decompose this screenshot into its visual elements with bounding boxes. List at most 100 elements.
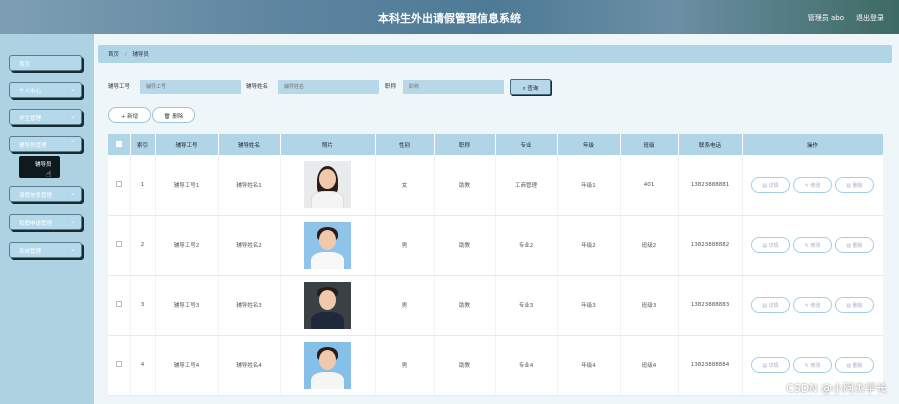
cell-phone: 13823888881 (678, 155, 743, 216)
cell-name: 辅导姓名1 (218, 155, 281, 216)
counselor-photo (304, 341, 351, 389)
cell-id: 辅导工号1 (155, 155, 219, 216)
table-row: 3 辅导工号3 辅导姓名3 男 助教 专业3 年级3 班级3 138238888… (108, 275, 883, 336)
trash-icon: ▥ (846, 303, 852, 309)
cell-grade: 年级4 (557, 335, 621, 396)
breadcrumb-separator: / (124, 52, 127, 58)
search-label-id: 辅导工号 (108, 84, 131, 90)
edit-button[interactable]: ✎ 修改 (793, 297, 832, 313)
table-row: 4 辅导工号4 辅导姓名4 男 助教 专业4 年级4 班级4 138238888… (108, 335, 883, 396)
search-bar: 辅导工号 辅导姓名 职称 ⌕ 查询 (108, 79, 608, 96)
counselor-photo (304, 161, 351, 209)
sidebar: 首页 个人中心 ⌄ 学生管理 ⌄ 辅导员管理 ⌃ 辅导员 请假信息管理 ⌄ 销假… (0, 34, 94, 404)
delete-button[interactable]: ▥ 删除 (835, 237, 874, 253)
delete-button-label: 删除 (172, 114, 184, 120)
sidebar-item-label: 辅导员管理 (19, 143, 47, 149)
sidebar-item-profile[interactable]: 个人中心 ⌄ (9, 82, 82, 98)
trash-icon: 🗑 (163, 114, 171, 120)
search-id-input[interactable] (140, 80, 241, 94)
cell-gender: 女 (375, 155, 435, 216)
detail-icon: ▤ (762, 243, 768, 249)
cell-id: 辅导工号3 (155, 275, 219, 336)
edit-button[interactable]: ✎ 修改 (793, 357, 832, 373)
sidebar-item-counselors[interactable]: 辅导员管理 ⌃ (9, 136, 82, 152)
chevron-up-icon: ⌃ (69, 140, 75, 147)
cell-title: 助教 (434, 215, 496, 276)
edit-icon: ✎ (804, 303, 809, 309)
select-all-checkbox[interactable] (108, 134, 131, 155)
edit-button[interactable]: ✎ 修改 (793, 176, 832, 193)
delete-button[interactable]: ▥ 删除 (835, 176, 874, 193)
cell-class: 401 (620, 155, 679, 216)
cell-index: 2 (130, 215, 156, 276)
chevron-down-icon: ⌄ (69, 246, 75, 253)
sidebar-item-label: 首页 (19, 62, 31, 68)
search-name-input[interactable] (278, 80, 379, 94)
csdn-watermark: CSDN @小阿杰学长 (786, 382, 887, 395)
row-checkbox[interactable] (108, 275, 131, 336)
trash-icon: ▥ (846, 363, 852, 369)
col-header: 年级 (557, 134, 621, 155)
detail-button[interactable]: ▤ 详情 (751, 176, 790, 193)
detail-icon: ▤ (762, 182, 768, 189)
sidebar-item-system[interactable]: 系统管理 ⌄ (9, 242, 82, 258)
cell-phone: 13823888883 (678, 275, 743, 336)
delete-button[interactable]: ▥ 删除 (835, 297, 874, 313)
cell-class: 班级3 (620, 275, 679, 336)
search-label-name: 辅导姓名 (246, 84, 269, 90)
cell-index: 1 (130, 155, 156, 216)
sidebar-item-label: 个人中心 (19, 89, 42, 95)
sidebar-item-leave[interactable]: 请假信息管理 ⌄ (9, 186, 82, 202)
col-header: 照片 (280, 134, 376, 155)
cell-title: 助教 (434, 335, 496, 396)
trash-icon: ▥ (846, 243, 852, 249)
cell-title: 助教 (434, 275, 496, 336)
cell-gender: 男 (375, 215, 435, 276)
edit-icon: ✎ (804, 182, 809, 189)
cell-class: 班级2 (620, 215, 679, 276)
sidebar-item-label: 系统管理 (19, 249, 42, 255)
cell-phone: 13823888884 (678, 335, 743, 396)
detail-button[interactable]: ▤ 详情 (751, 297, 790, 313)
cell-class: 班级4 (620, 335, 679, 396)
hand-cursor-icon: ☝ (46, 170, 52, 180)
col-header: 班级 (620, 134, 679, 155)
detail-icon: ▤ (762, 303, 768, 309)
col-header: 辅导姓名 (218, 134, 281, 155)
chevron-down-icon: ⌄ (69, 218, 75, 225)
chevron-down-icon: ⌄ (69, 190, 75, 197)
add-button[interactable]: + 新增 (108, 107, 151, 123)
search-button[interactable]: ⌕ 查询 (510, 79, 551, 95)
row-checkbox[interactable] (108, 155, 131, 216)
submenu-item-counselor[interactable]: 辅导员 (19, 156, 60, 178)
sidebar-item-return[interactable]: 销假申请管理 ⌄ (9, 214, 82, 230)
row-checkbox[interactable] (108, 335, 131, 396)
cell-grade: 年级1 (557, 155, 621, 216)
trash-icon: ▥ (846, 182, 852, 189)
sidebar-item-label: 请假信息管理 (19, 193, 53, 199)
cell-major: 专业2 (495, 215, 558, 276)
chevron-down-icon: ⌄ (69, 113, 75, 120)
edit-button[interactable]: ✎ 修改 (793, 237, 832, 253)
cell-index: 4 (130, 335, 156, 396)
cell-id: 辅导工号4 (155, 335, 219, 396)
delete-button[interactable]: ▥ 删除 (835, 357, 874, 373)
cell-gender: 男 (375, 275, 435, 336)
search-title-input[interactable] (403, 80, 504, 94)
cell-name: 辅导姓名2 (218, 215, 281, 276)
cell-title: 助教 (434, 155, 496, 216)
breadcrumb: 首页 / 辅导员 (98, 45, 892, 63)
search-button-label: 查询 (527, 86, 539, 92)
sidebar-item-students[interactable]: 学生管理 ⌄ (9, 109, 82, 125)
col-header: 索引 (130, 134, 156, 155)
row-checkbox[interactable] (108, 215, 131, 276)
detail-button[interactable]: ▤ 详情 (751, 237, 790, 253)
logout-link[interactable]: 退出登录 (856, 13, 884, 23)
batch-delete-button[interactable]: 🗑 删除 (152, 107, 195, 123)
cell-gender: 男 (375, 335, 435, 396)
detail-button[interactable]: ▤ 详情 (751, 357, 790, 373)
detail-icon: ▤ (762, 363, 768, 369)
current-user: 管理员 abo (807, 14, 844, 22)
sidebar-item-home[interactable]: 首页 (9, 55, 82, 71)
breadcrumb-home[interactable]: 首页 (108, 52, 119, 58)
